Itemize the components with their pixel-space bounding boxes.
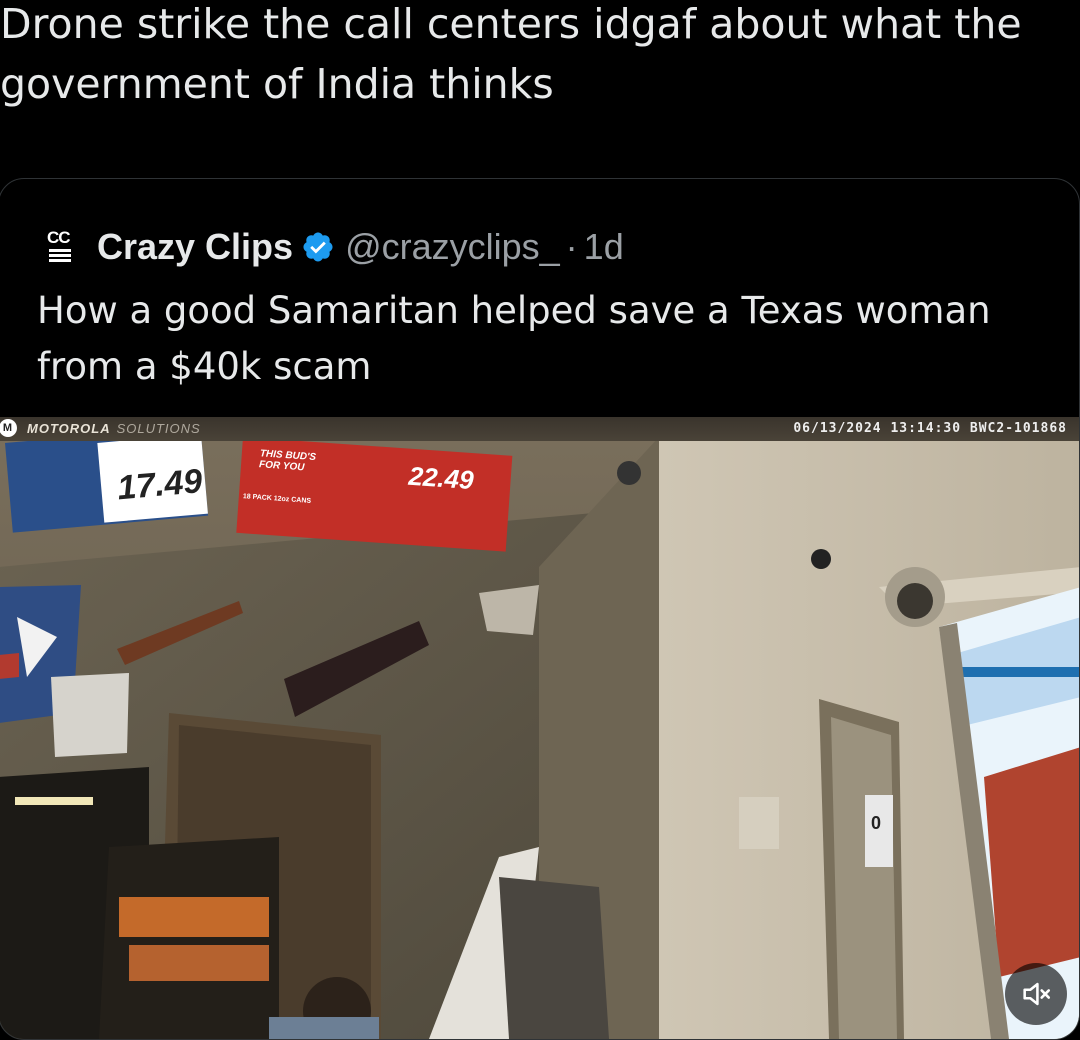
quoted-tweet-card[interactable]: CC Crazy Clips @crazyclips_ · 1d How a g… <box>0 178 1080 1040</box>
quoted-tweet-text: How a good Samaritan helped save a Texas… <box>37 289 991 388</box>
price-sign-middle-text: THIS BUD'S FOR YOU <box>258 448 317 474</box>
mute-button[interactable] <box>1005 963 1067 1025</box>
door-sign: 0 <box>871 813 882 833</box>
avatar[interactable]: CC <box>47 229 75 265</box>
camera-brand: M MOTOROLA SOLUTIONS <box>0 419 201 437</box>
camera-timestamp: 06/13/2024 13:14:30 BWC2-101868 <box>793 421 1067 436</box>
price-sign-left-price: 17.49 <box>115 462 204 508</box>
quoted-tweet-header: CC Crazy Clips @crazyclips_ · 1d <box>47 226 624 268</box>
camera-brand-suffix: SOLUTIONS <box>116 420 201 436</box>
video-player[interactable]: 17.49 THIS BUD'S FOR YOU 18 PACK 12oz CA… <box>0 417 1079 1039</box>
post-time[interactable]: 1d <box>584 226 624 268</box>
camera-brand-name: MOTOROLA <box>27 420 111 436</box>
price-sign-middle: THIS BUD'S FOR YOU 18 PACK 12oz CANS 22.… <box>236 437 513 552</box>
price-sign-middle-sub: 18 PACK 12oz CANS <box>242 493 312 505</box>
separator-dot: · <box>565 226 578 267</box>
post-text: Drone strike the call centers idgaf abou… <box>0 0 1022 108</box>
verified-badge-icon <box>303 232 333 262</box>
avatar-lines <box>49 249 71 264</box>
avatar-initials: CC <box>47 228 71 247</box>
handle[interactable]: @crazyclips_ <box>345 226 560 268</box>
camera-overlay-bar: M MOTOROLA SOLUTIONS 06/13/2024 13:14:30… <box>0 417 1079 441</box>
speaker-muted-icon <box>1023 982 1051 1006</box>
price-sign-middle-price: 22.49 <box>407 460 475 496</box>
display-name[interactable]: Crazy Clips <box>97 226 293 268</box>
motorola-logo-icon: M <box>0 419 17 437</box>
price-sign-left: 17.49 <box>5 425 209 533</box>
